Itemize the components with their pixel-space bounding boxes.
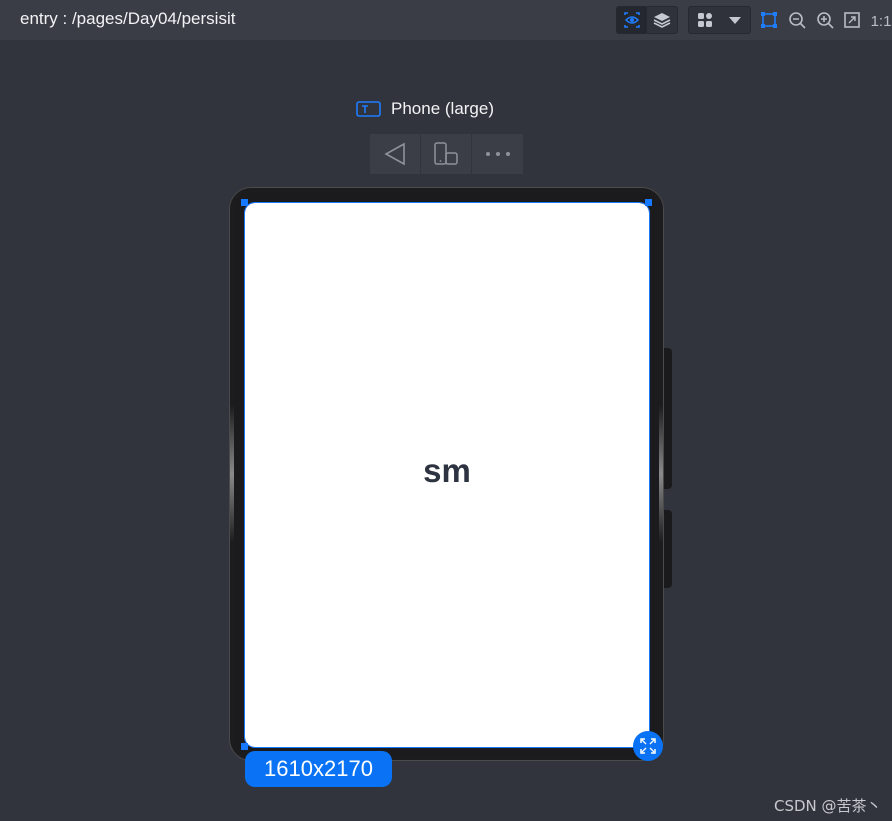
resize-handle-top-left[interactable] [241,199,248,206]
page-route: entry : /pages/Day04/persisit [20,9,236,28]
more-icon [485,152,510,156]
multi-device-dropdown[interactable] [688,6,751,34]
zoom-out-button[interactable] [786,9,808,31]
select-frame-icon [761,12,777,28]
inspect-button[interactable] [617,7,647,33]
preview-toolbar: entry : /pages/Day04/persisit 1:1 [0,0,892,40]
resize-handle-bottom-left[interactable] [241,743,248,750]
expand-icon [640,738,656,754]
watermark: CSDN @苦茶丶 [774,797,882,815]
back-button[interactable] [370,134,421,174]
tablet-type-icon [356,101,381,117]
device-controls [370,134,523,174]
back-icon [384,142,405,166]
layers-button[interactable] [647,7,677,33]
zoom-in-button[interactable] [814,9,836,31]
device-name: Phone (large) [391,99,495,118]
fit-screen-icon [844,12,860,28]
rotate-device-icon [434,142,458,165]
more-button[interactable] [472,134,523,174]
resolution-text: 1610x2170 [264,756,373,781]
zoom-in-icon [817,12,834,29]
eye-inspect-icon [623,12,640,28]
dropdown-button[interactable] [720,7,750,33]
volume-button [664,348,672,489]
resize-handle-top-right[interactable] [645,199,652,206]
fit-screen-button[interactable] [841,9,863,31]
zoom-out-icon [789,12,806,29]
view-mode-toggle [616,6,678,34]
actual-size-label: 1:1 [870,12,892,30]
grid-apps-icon [697,13,712,27]
multi-device-button[interactable] [689,7,720,33]
layers-icon [653,13,671,28]
select-frame-button[interactable] [758,9,780,31]
resolution-badge: 1610x2170 [245,751,392,787]
caret-down-icon [729,17,742,24]
device-label: Phone (large) [356,99,494,119]
power-button [664,510,672,588]
resize-button[interactable] [633,731,663,761]
breakpoint-text: sm [423,452,471,489]
device-screen[interactable]: sm [244,202,650,748]
rotate-device-button[interactable] [421,134,472,174]
actual-size-button[interactable]: 1:1 [869,10,892,32]
